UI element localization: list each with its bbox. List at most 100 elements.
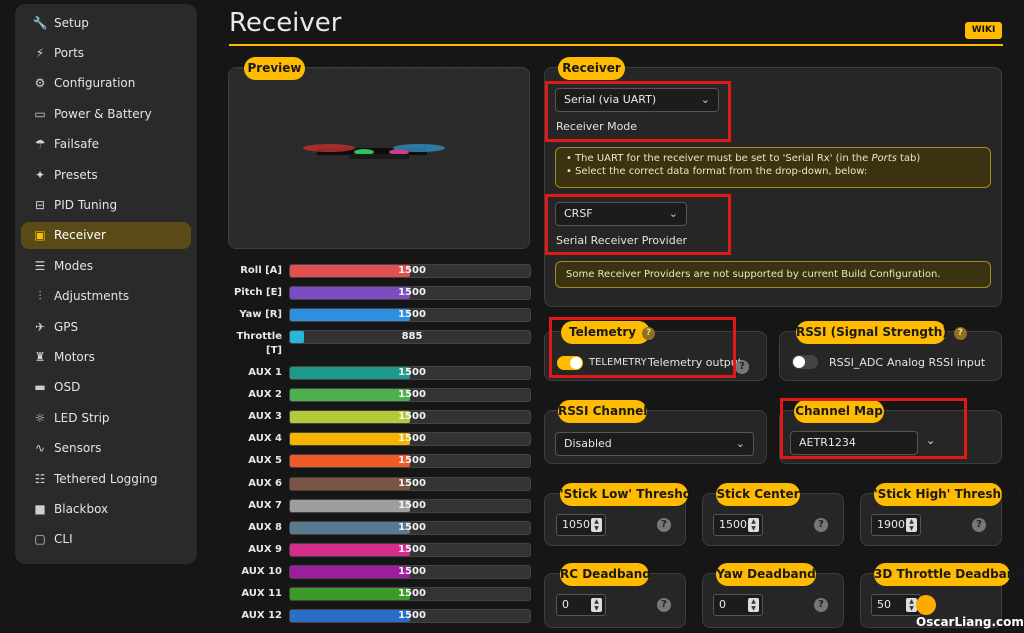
channel-bar: 1500 (289, 454, 531, 468)
sidebar-item-setup[interactable]: 🔧 Setup (21, 9, 191, 36)
sidebar-item-power-battery[interactable]: ▭ Power & Battery (21, 100, 191, 127)
stick-low-input[interactable]: 1050 ▲ ▼ (556, 514, 606, 536)
channel-bar: 1500 (289, 432, 531, 446)
sliders-icon: ⊟ (34, 197, 46, 212)
yaw-deadband-input[interactable]: 0 ▲ ▼ (713, 594, 763, 616)
stick-center-input[interactable]: 1500 ▲ ▼ (713, 514, 763, 536)
help-icon[interactable]: ? (814, 518, 828, 532)
stick-low-title: 'Stick Low' Threshold (560, 483, 704, 506)
receiver-panel-title: Receiver (558, 57, 625, 80)
note-text: • The UART for the receiver must be set … (566, 153, 872, 164)
highlight-receiver-mode (545, 81, 731, 142)
adjust-icon: ⫶ (38, 288, 42, 303)
channel-bar: 1500 (289, 308, 531, 322)
channel-bar: 1500 (289, 410, 531, 424)
note-text-end: tab) (896, 153, 921, 164)
channel-label: Throttle [T] (236, 331, 282, 356)
sidebar-item-label: LED Strip (54, 410, 110, 425)
channel-value: 1500 (398, 455, 426, 466)
sidebar-item-label: Blackbox (54, 501, 109, 516)
channel-label: AUX 4 (248, 433, 282, 444)
channel-bar: 1500 (289, 366, 531, 380)
sidebar-item-label: Power & Battery (54, 106, 152, 121)
help-icon[interactable]: ? (953, 327, 967, 340)
channel-value: 1500 (398, 287, 426, 298)
channel-label: Yaw [R] (239, 309, 282, 320)
channel-value: 1500 (398, 309, 426, 320)
chevron-down-icon: ⌄ (735, 437, 745, 450)
channel-value: 1500 (398, 610, 426, 621)
spinner-icon[interactable]: ▲ ▼ (748, 598, 759, 612)
channel-label: AUX 9 (248, 544, 282, 555)
spinner-icon[interactable]: ▲ ▼ (906, 518, 917, 532)
channel-bar: 1500 (289, 264, 531, 278)
channel-value: 1500 (398, 588, 426, 599)
sidebar-item-tethered-logging[interactable]: ☷ Tethered Logging (21, 465, 191, 492)
stick-high-input[interactable]: 1900 ▲ ▼ (871, 514, 921, 536)
stick-high-value: 1900 (877, 518, 905, 531)
help-icon[interactable]: ? (657, 518, 671, 532)
channel-value: 1500 (398, 522, 426, 533)
sidebar-item-label: GPS (54, 319, 79, 334)
sidebar-item-label: Failsafe (54, 137, 100, 152)
rc-deadband-value: 0 (562, 598, 569, 611)
channel-label: Pitch [E] (233, 287, 282, 298)
channel-bar: 1500 (289, 499, 531, 513)
channel-value: 1500 (398, 478, 426, 489)
plug-icon: ⚡ (35, 45, 45, 60)
sidebar-item-blackbox[interactable]: ■ Blackbox (21, 495, 191, 522)
channel-label: AUX 7 (248, 500, 282, 511)
toggle-knob (793, 356, 805, 368)
spinner-icon[interactable]: ▲ ▼ (748, 518, 759, 532)
channel-bar: 1500 (289, 543, 531, 557)
rc-deadband-input[interactable]: 0 ▲ ▼ (556, 594, 606, 616)
stick-high-title: 'Stick High' Threshold (874, 483, 1022, 506)
spinner-icon[interactable]: ▲ ▼ (591, 598, 602, 612)
wiki-button[interactable]: WIKI (965, 22, 1002, 39)
wrench-icon: 🔧 (32, 15, 48, 30)
rssi-channel-value: Disabled (564, 437, 612, 450)
uart-info-note: • The UART for the receiver must be set … (555, 147, 991, 188)
help-icon[interactable]: ? (735, 360, 749, 374)
sidebar-item-osd[interactable]: ▬ OSD (21, 374, 191, 401)
provider-warning-note: Some Receiver Providers are not supporte… (555, 261, 991, 288)
yaw-deadband-title: Yaw Deadband (716, 563, 816, 586)
rssi-channel-select[interactable]: Disabled ⌄ (555, 432, 754, 456)
sidebar-item-presets[interactable]: ✦ Presets (21, 161, 191, 188)
sidebar-item-label: Receiver (54, 228, 106, 243)
sidebar-item-gps[interactable]: ✈ GPS (21, 313, 191, 340)
sidebar-item-failsafe[interactable]: ☂ Failsafe (21, 131, 191, 158)
sidebar-item-label: PID Tuning (54, 197, 118, 212)
sidebar-item-adjustments[interactable]: ⫶ Adjustments (21, 283, 191, 310)
sidebar-item-cli[interactable]: ▢ CLI (21, 526, 191, 553)
throttle-3d-deadband-input[interactable]: 50 ▲ ▼ (871, 594, 921, 616)
channel-bar: 1500 (289, 388, 531, 402)
sidebar-item-motors[interactable]: ♜ Motors (21, 343, 191, 370)
help-icon[interactable]: ? (972, 518, 986, 532)
sidebar-item-modes[interactable]: ☰ Modes (21, 252, 191, 279)
help-icon[interactable]: ? (814, 598, 828, 612)
sidebar-item-configuration[interactable]: ⚙ Configuration (21, 70, 191, 97)
channel-bar: 1500 (289, 565, 531, 579)
sidebar-item-sensors[interactable]: ∿ Sensors (21, 435, 191, 462)
watermark-logo: OscarLiang.com (916, 595, 1024, 629)
page-title: Receiver (229, 8, 342, 38)
channel-label: AUX 2 (248, 389, 282, 400)
help-icon[interactable]: ? (657, 598, 671, 612)
model-preview-canvas (228, 67, 530, 249)
sidebar-item-receiver[interactable]: ▣ Receiver (21, 221, 191, 249)
channel-value: 1500 (398, 265, 426, 276)
highlight-channel-map (780, 398, 967, 459)
sidebar-item-label: CLI (54, 532, 73, 547)
rssi-toggle-desc: Analog RSSI input (887, 356, 986, 369)
channel-label: AUX 12 (241, 610, 282, 621)
channel-value: 1500 (398, 411, 426, 422)
rssi-adc-toggle[interactable] (792, 355, 818, 369)
rssi-channel-title: RSSI Channel (558, 400, 647, 423)
sidebar-item-ports[interactable]: ⚡ Ports (21, 39, 191, 66)
osd-icon: ▬ (34, 380, 46, 395)
sidebar: 🔧 Setup ⚡ Ports ⚙ Configuration ▭ Power & Batte… (15, 4, 197, 564)
sidebar-item-pid-tuning[interactable]: ⊟ PID Tuning (21, 191, 191, 218)
sidebar-item-led-strip[interactable]: ☼ LED Strip (21, 404, 191, 431)
spinner-icon[interactable]: ▲ ▼ (591, 518, 602, 532)
